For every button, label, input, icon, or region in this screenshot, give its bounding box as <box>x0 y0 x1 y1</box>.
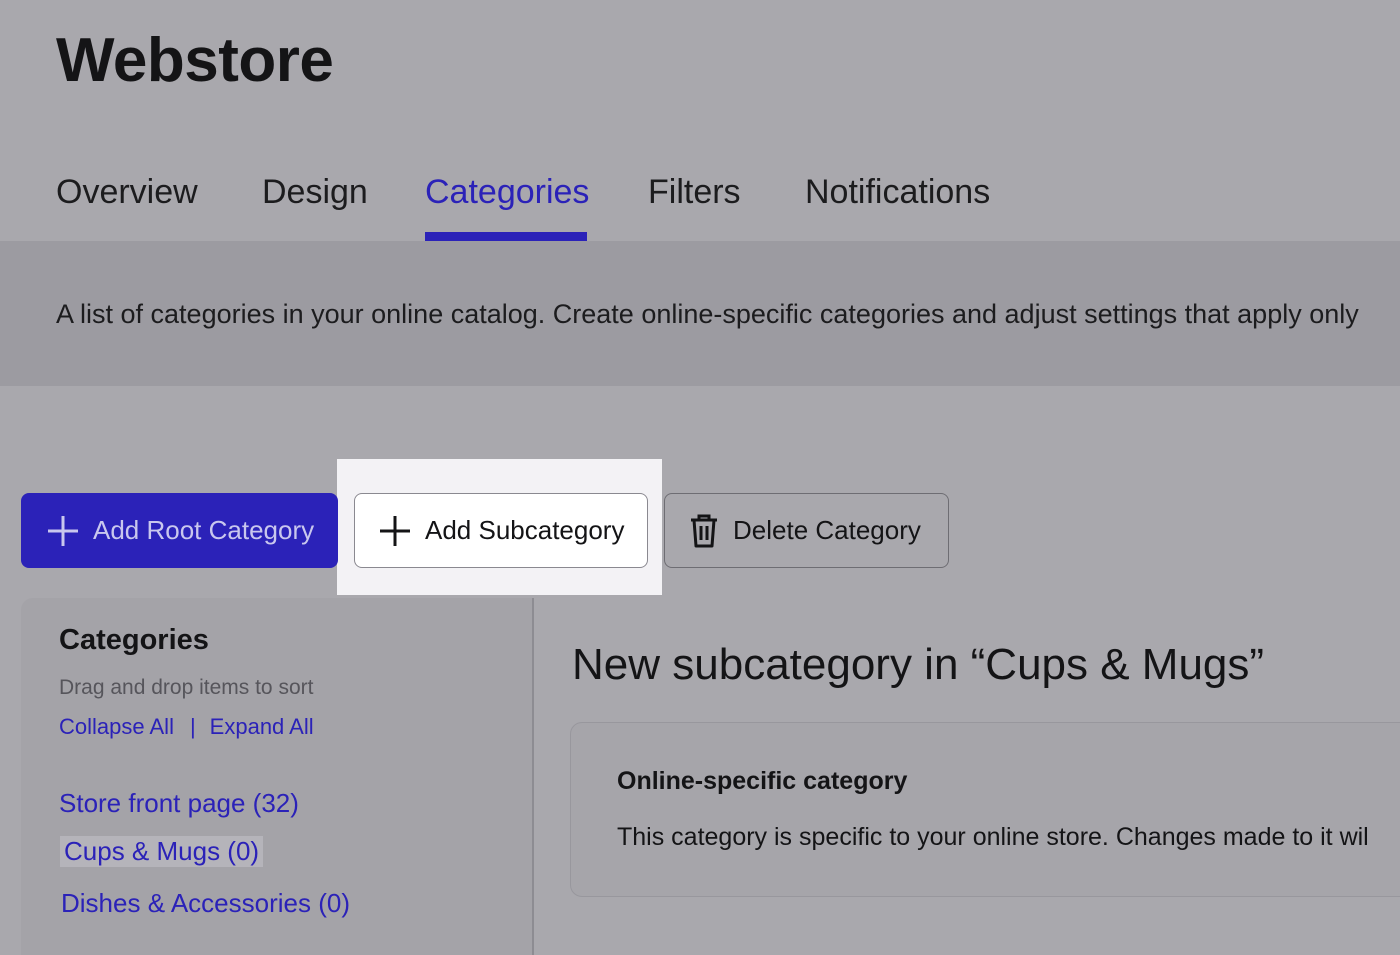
plus-icon <box>47 515 79 547</box>
card-title: Online-specific category <box>617 767 908 795</box>
tab-bar: Overview Design Categories Filters Notif… <box>0 150 1400 241</box>
sidebar-hint: Drag and drop items to sort <box>59 676 314 699</box>
tree-item-cups-mugs[interactable]: Cups & Mugs (0) <box>60 836 264 867</box>
tab-categories[interactable]: Categories <box>425 170 589 214</box>
tab-filters[interactable]: Filters <box>648 170 741 214</box>
add-root-category-button[interactable]: Add Root Category <box>21 493 338 568</box>
plus-icon <box>379 515 411 547</box>
expand-all-link[interactable]: Expand All <box>210 714 314 739</box>
trash-icon <box>689 514 719 548</box>
add-subcategory-label: Add Subcategory <box>425 515 625 545</box>
sidebar-title: Categories <box>59 624 209 656</box>
collapse-all-link[interactable]: Collapse All <box>59 714 174 739</box>
editor-title: New subcategory in “Cups & Mugs” <box>572 640 1265 689</box>
active-tab-indicator <box>425 232 587 241</box>
tab-design[interactable]: Design <box>262 170 368 214</box>
link-separator: | <box>189 714 196 739</box>
add-subcategory-button[interactable]: Add Subcategory <box>354 493 648 568</box>
tree-controls: Collapse All | Expand All <box>59 714 314 740</box>
add-root-category-label: Add Root Category <box>93 515 315 545</box>
tab-overview[interactable]: Overview <box>56 170 198 214</box>
app-title: Webstore <box>56 26 334 95</box>
delete-category-button[interactable]: Delete Category <box>664 493 949 568</box>
page-description: A list of categories in your online cata… <box>56 299 1359 329</box>
delete-category-label: Delete Category <box>733 515 921 545</box>
tab-notifications[interactable]: Notifications <box>805 170 990 214</box>
tree-item-dishes-accessories[interactable]: Dishes & Accessories (0) <box>61 888 350 919</box>
categories-sidebar: Categories Drag and drop items to sort C… <box>21 598 534 955</box>
subcategory-editor: New subcategory in “Cups & Mugs” Online-… <box>534 598 1400 955</box>
card-description: This category is specific to your online… <box>617 823 1369 851</box>
description-banner: A list of categories in your online cata… <box>0 241 1400 386</box>
tree-item-store-front-page[interactable]: Store front page (32) <box>59 788 299 819</box>
online-specific-card: Online-specific category This category i… <box>570 722 1400 897</box>
